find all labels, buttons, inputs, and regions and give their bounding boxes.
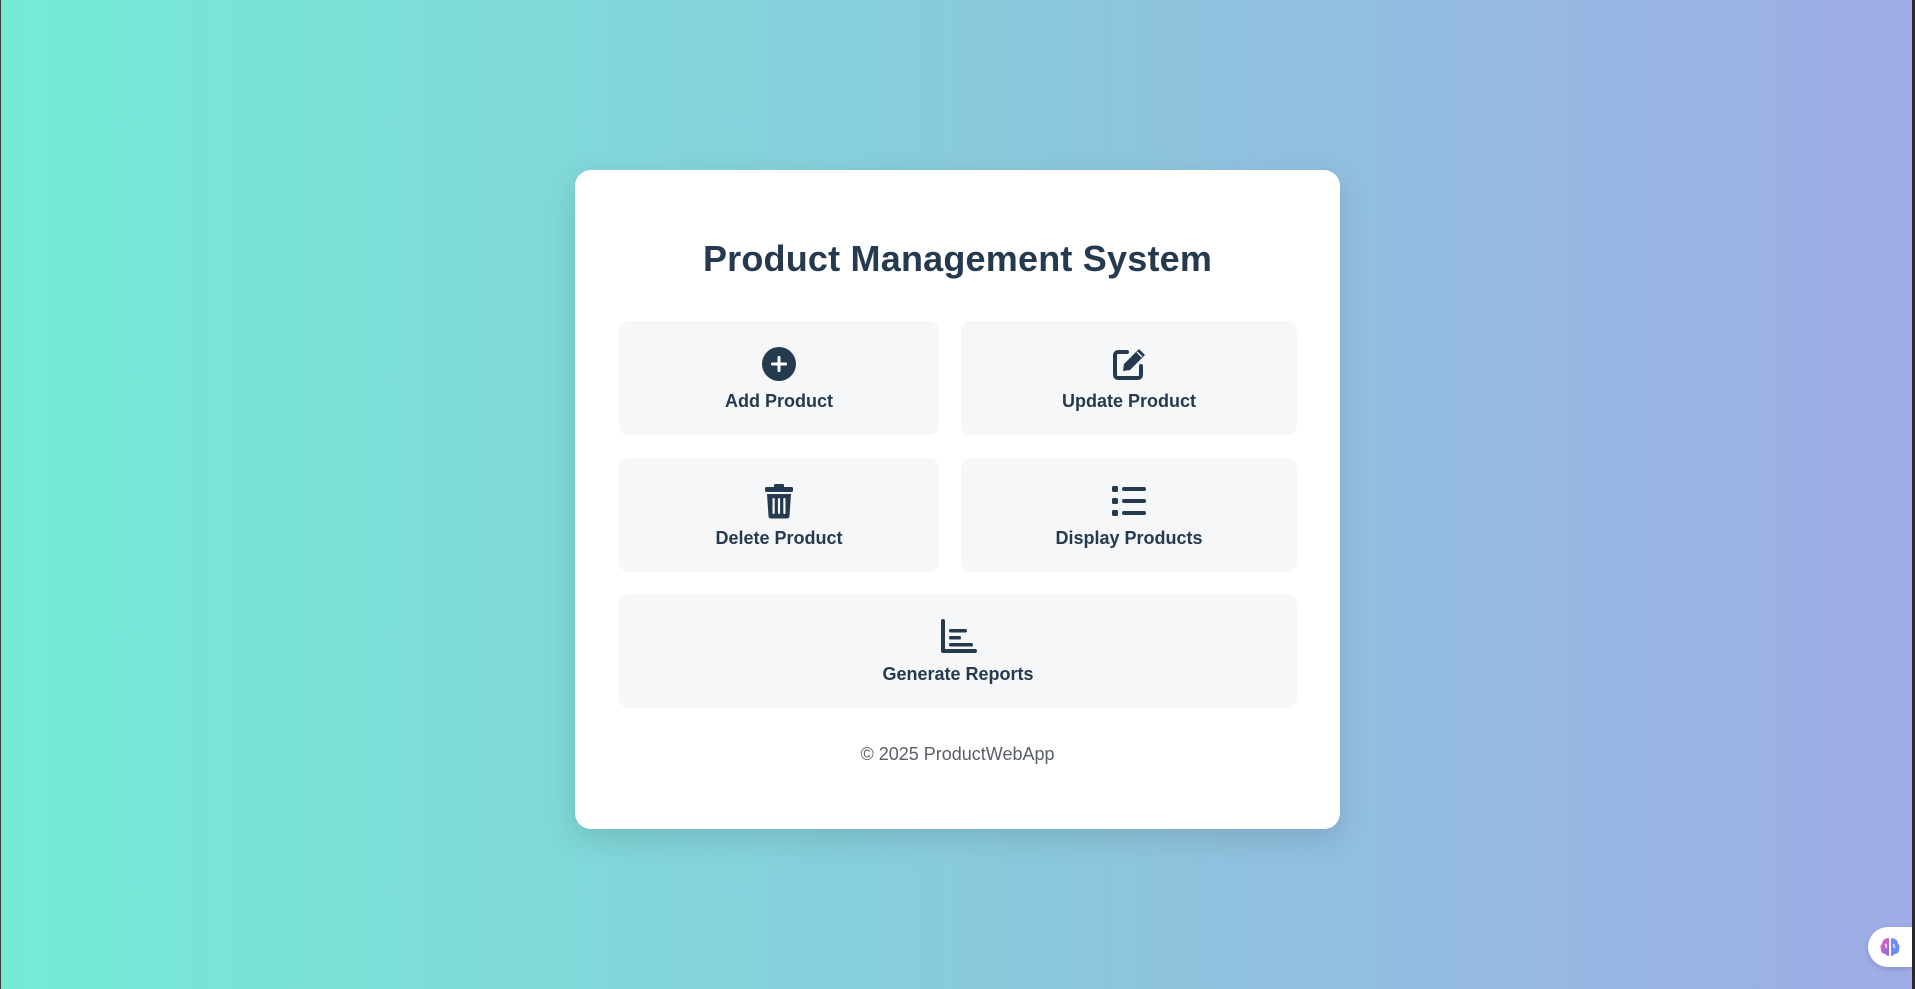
generate-reports-button[interactable]: Generate Reports: [619, 594, 1297, 708]
trash-icon: [760, 482, 798, 520]
main-card: Product Management System Add Product Up…: [575, 170, 1340, 829]
list-icon: [1110, 482, 1148, 520]
generate-reports-label: Generate Reports: [882, 663, 1034, 684]
bar-chart-icon: [939, 618, 977, 656]
delete-product-label: Delete Product: [715, 527, 843, 548]
update-product-button[interactable]: Update Product: [961, 321, 1297, 435]
update-product-label: Update Product: [1061, 390, 1196, 411]
edit-icon: [1110, 345, 1148, 383]
brain-icon: [1878, 935, 1902, 959]
add-product-button[interactable]: Add Product: [619, 321, 939, 435]
display-products-button[interactable]: Display Products: [961, 458, 1297, 572]
assistant-button[interactable]: [1868, 927, 1912, 967]
plus-circle-icon: [760, 345, 798, 383]
page-title: Product Management System: [702, 238, 1213, 279]
display-products-label: Display Products: [1055, 527, 1203, 548]
footer-copyright: © 2025 ProductWebApp: [860, 744, 1055, 764]
add-product-label: Add Product: [725, 390, 833, 411]
delete-product-button[interactable]: Delete Product: [619, 458, 939, 572]
